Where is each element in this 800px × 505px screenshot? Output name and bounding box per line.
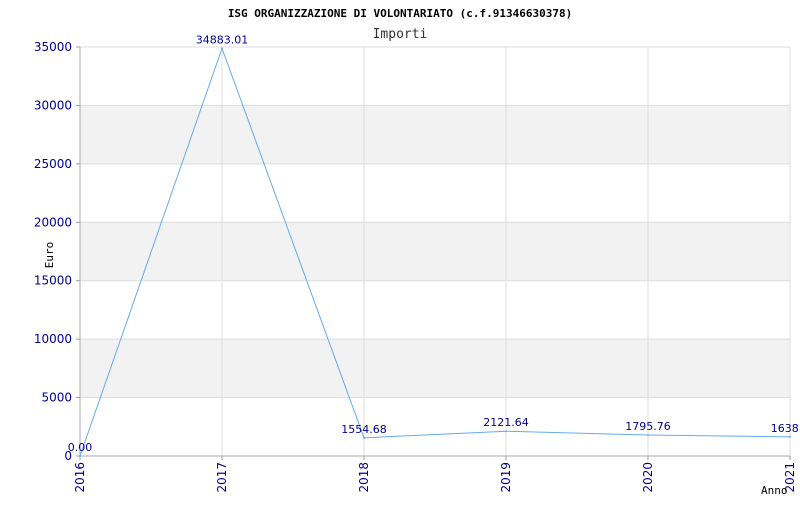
data-point: [505, 430, 507, 433]
data-label: 1638.8: [771, 422, 800, 435]
y-tick-label: 15000: [34, 274, 72, 288]
grid-band: [80, 105, 790, 164]
data-label: 34883.01: [196, 33, 249, 46]
data-label: 1554.68: [341, 423, 387, 436]
y-tick-label: 10000: [34, 332, 72, 346]
x-tick-label: 2016: [73, 462, 87, 493]
grid-band: [80, 222, 790, 281]
x-tick-label: 2017: [215, 462, 229, 493]
data-label: 0.00: [68, 441, 93, 454]
data-label: 1795.76: [625, 420, 671, 433]
chart: 0 5000 10000 15000 20000 25000 30000 35000 2016 2…: [0, 0, 800, 500]
data-point: [789, 435, 791, 438]
x-tick-label: 2019: [499, 462, 513, 493]
line-chart: 050001000015000200002500030000350002016 2…: [34, 7, 800, 497]
chart-title: ISG ORGANIZZAZIONE DI VOLONTARIATO (c.f.…: [228, 7, 572, 20]
chart-subtitle: Importi: [373, 27, 428, 42]
data-point: [221, 47, 223, 50]
x-axis-label: Anno: [761, 484, 788, 497]
data-point: [363, 436, 365, 439]
y-tick-label: 20000: [34, 215, 72, 229]
x-tick-label: 2020: [641, 462, 655, 493]
x-tick-label: 2018: [357, 462, 371, 493]
data-point: [79, 455, 81, 457]
y-axis-label: Euro: [43, 242, 56, 269]
data-label: 2121.64: [483, 416, 529, 429]
y-tick-label: 5000: [41, 391, 72, 405]
data-point: [647, 434, 649, 437]
y-tick-label: 35000: [34, 40, 72, 54]
grid-band: [80, 339, 790, 398]
y-tick-label: 25000: [34, 157, 72, 171]
y-tick-label: 30000: [34, 98, 72, 112]
